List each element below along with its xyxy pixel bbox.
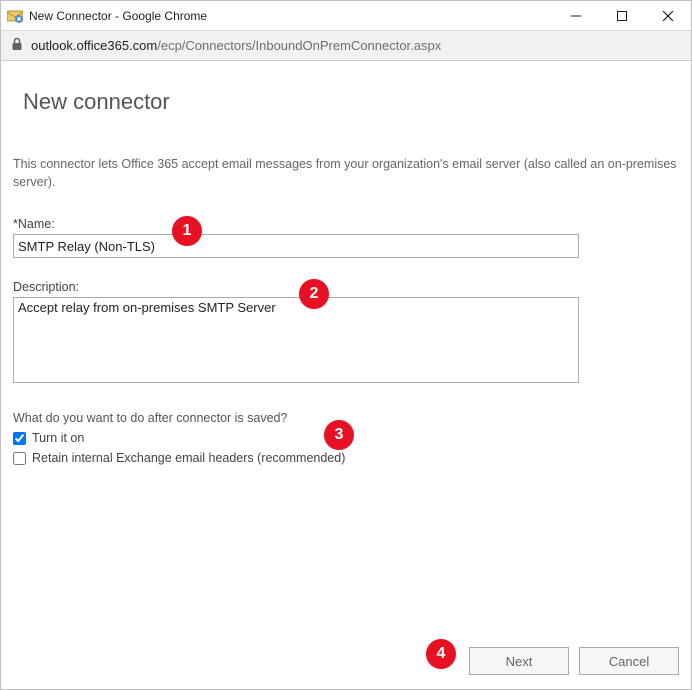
cancel-button[interactable]: Cancel (579, 647, 679, 675)
footer-buttons: Next Cancel (469, 647, 679, 675)
maximize-button[interactable] (599, 1, 645, 30)
window-titlebar: New Connector - Google Chrome (1, 1, 691, 31)
description-input[interactable]: Accept relay from on-premises SMTP Serve… (13, 297, 579, 383)
annotation-badge-4: 4 (426, 639, 456, 669)
name-input[interactable] (13, 234, 579, 258)
annotation-badge-3: 3 (324, 420, 354, 450)
next-button[interactable]: Next (469, 647, 569, 675)
retain-headers-row[interactable]: Retain internal Exchange email headers (… (13, 451, 679, 465)
spellcheck-word: SMTP (198, 300, 234, 315)
url-bar: outlook.office365.com/ecp/Connectors/Inb… (1, 31, 691, 61)
turn-on-label: Turn it on (32, 431, 84, 445)
app-icon (7, 8, 23, 24)
intro-text: This connector lets Office 365 accept em… (13, 155, 679, 191)
minimize-button[interactable] (553, 1, 599, 30)
page-content: New connector This connector lets Office… (1, 61, 691, 689)
annotation-badge-1: 1 (172, 216, 202, 246)
close-button[interactable] (645, 1, 691, 30)
window-controls (553, 1, 691, 30)
retain-headers-checkbox[interactable] (13, 452, 26, 465)
turn-on-checkbox[interactable] (13, 432, 26, 445)
page-title: New connector (23, 89, 679, 115)
description-label: Description: (13, 280, 679, 294)
lock-icon (11, 37, 23, 54)
url-path: /ecp/Connectors/InboundOnPremConnector.a… (157, 38, 441, 53)
annotation-badge-2: 2 (299, 279, 329, 309)
name-label: *Name: (13, 217, 679, 231)
retain-headers-label: Retain internal Exchange email headers (… (32, 451, 345, 465)
window-title: New Connector - Google Chrome (29, 9, 553, 23)
url-host: outlook.office365.com (31, 38, 157, 53)
